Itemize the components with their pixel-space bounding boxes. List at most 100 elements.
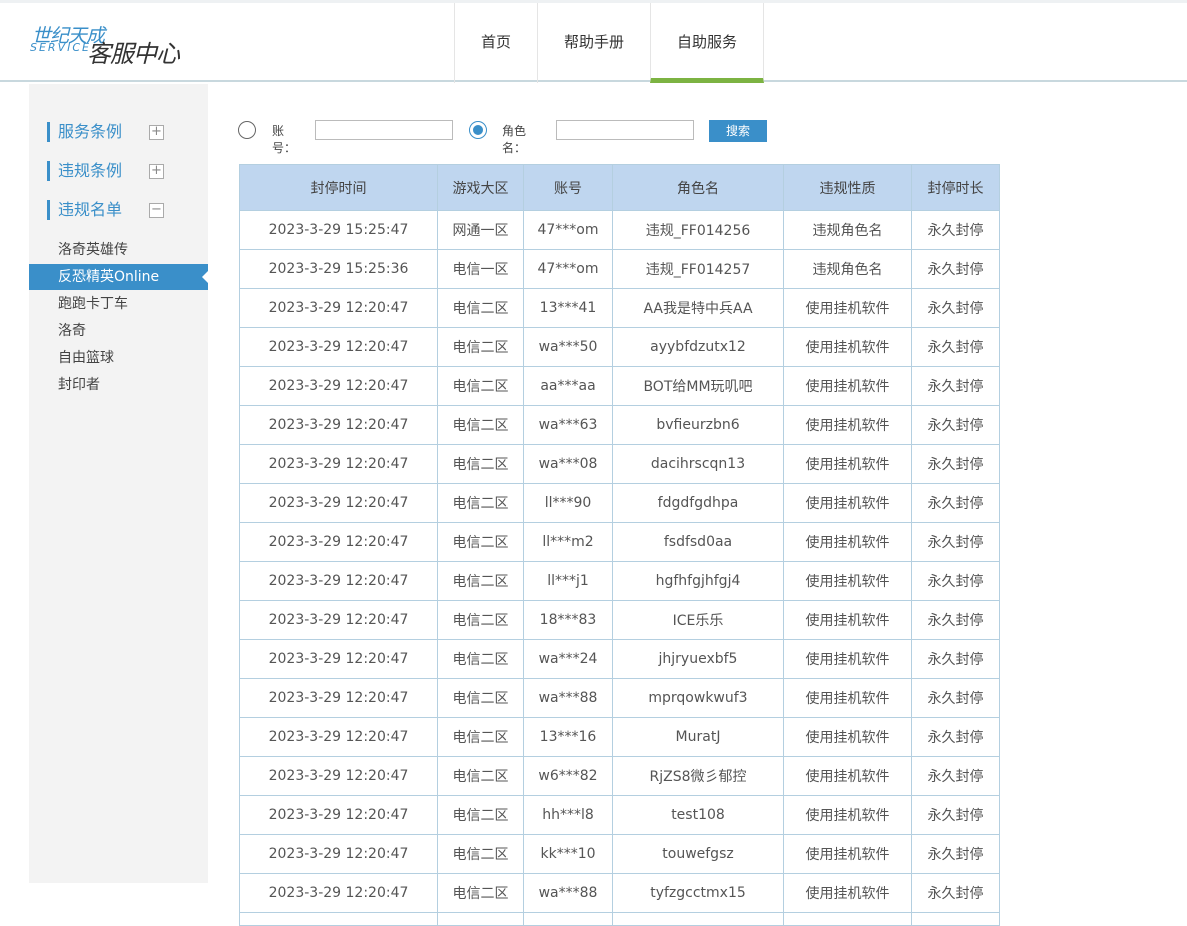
table-row: 2023-3-29 12:20:47 电信二区 18***83 ICE乐乐 使用挂机软件… [239,600,1000,640]
ban-list-table: 封停时间 游戏大区 账号 角色名 违规性质 封停时长 2023-3-29 15:… [239,164,1000,926]
expand-icon[interactable]: + [149,164,164,179]
sidebar-item-game-active[interactable]: 反恐精英Online [29,264,208,290]
cell-role-name: hgfhfgjhfgj4 [612,561,784,601]
cell-account: aa***aa [523,366,613,406]
cell-role-name: touwefgsz [612,834,784,874]
category-label: 违规条例 [58,161,123,180]
cell-ban-duration: 永久封停 [911,756,1000,796]
cell-ban-time: 2023-3-29 12:20:47 [239,756,438,796]
cell-server: 电信二区 [437,483,524,523]
sidebar-item-game[interactable]: 自由篮球 [29,345,208,371]
cell-account: w6***82 [523,756,613,796]
sidebar-category-violation-list[interactable]: 违规名单 − [47,199,197,221]
category-marker [47,122,50,142]
table-row: 2023-3-29 12:20:47 电信二区 wa***24 jhjryuexbf5… [239,639,1000,679]
sidebar-item-game[interactable]: 封印者 [29,372,208,398]
collapse-icon[interactable]: − [149,203,164,218]
sidebar-item-game[interactable]: 跑跑卡丁车 [29,291,208,317]
table-cell-empty [523,912,613,926]
cell-ban-time: 2023-3-29 12:20:47 [239,327,438,367]
table-row: 2023-3-29 15:25:47 网通一区 47***om 违规_FF014256… [239,210,1000,250]
cell-ban-duration: 永久封停 [911,327,1000,367]
cell-violation-type: 使用挂机软件 [783,639,912,679]
cell-server: 电信二区 [437,795,524,835]
logo-text-center: 客服中心 [87,40,180,68]
category-marker [47,200,50,220]
cell-role-name: tyfzgcctmx15 [612,873,784,913]
cell-server: 电信二区 [437,756,524,796]
table-row-partial [239,912,1000,926]
table-cell-empty [239,912,438,926]
nav-self-service[interactable]: 自助服务 [650,3,765,83]
cell-role-name: test108 [612,795,784,835]
account-input[interactable] [315,120,453,140]
cell-violation-type: 违规角色名 [783,210,912,250]
table-row: 2023-3-29 12:20:47 电信二区 w6***82 RjZS8微彡郁控 使用… [239,756,1000,796]
cell-violation-type: 使用挂机软件 [783,483,912,523]
role-name-input[interactable] [556,120,694,140]
cell-ban-time: 2023-3-29 12:20:47 [239,678,438,718]
nav-home[interactable]: 首页 [454,3,537,83]
logo[interactable]: 世纪天成 SERVICE 客服中心 [30,21,200,71]
role-radio[interactable] [469,121,487,139]
cell-ban-duration: 永久封停 [911,210,1000,250]
cell-account: 13***16 [523,717,613,757]
sidebar-category-violation-terms[interactable]: 违规条例 + [47,160,197,182]
category-label: 违规名单 [58,200,123,219]
cell-ban-time: 2023-3-29 15:25:36 [239,249,438,289]
table-row: 2023-3-29 12:20:47 电信二区 wa***88 tyfzgcctmx1… [239,873,1000,913]
table-cell-empty [783,912,912,926]
category-label: 服务条例 [58,122,123,141]
cell-ban-time: 2023-3-29 12:20:47 [239,366,438,406]
header: 世纪天成 SERVICE 客服中心 首页 帮助手册 自助服务 [0,0,1187,83]
cell-ban-duration: 永久封停 [911,366,1000,406]
cell-violation-type: 使用挂机软件 [783,444,912,484]
cell-role-name: 违规_FF014257 [612,249,784,289]
cell-account: wa***08 [523,444,613,484]
cell-ban-duration: 永久封停 [911,834,1000,874]
table-cell-empty [612,912,784,926]
cell-account: ll***m2 [523,522,613,562]
cell-violation-type: 使用挂机软件 [783,561,912,601]
cell-violation-type: 使用挂机软件 [783,522,912,562]
cell-ban-time: 2023-3-29 12:20:47 [239,834,438,874]
account-label: 账号： [272,124,297,155]
table-row: 2023-3-29 12:20:47 电信二区 ll***90 fdgdfgdhpa 使… [239,483,1000,523]
search-button[interactable]: 搜索 [709,120,767,142]
category-marker [47,161,50,181]
cell-ban-time: 2023-3-29 12:20:47 [239,873,438,913]
cell-role-name: dacihrscqn13 [612,444,784,484]
cell-ban-time: 2023-3-29 12:20:47 [239,795,438,835]
header-account: 账号 [523,164,613,211]
cell-role-name: jhjryuexbf5 [612,639,784,679]
table-row: 2023-3-29 15:25:36 电信一区 47***om 违规_FF014257… [239,249,1000,289]
sidebar-item-game[interactable]: 洛奇 [29,318,208,344]
cell-violation-type: 使用挂机软件 [783,678,912,718]
sidebar-category-service-terms[interactable]: 服务条例 + [47,121,197,143]
cell-ban-time: 2023-3-29 12:20:47 [239,483,438,523]
cell-ban-time: 2023-3-29 12:20:47 [239,717,438,757]
cell-ban-time: 2023-3-29 15:25:47 [239,210,438,250]
cell-ban-time: 2023-3-29 12:20:47 [239,522,438,562]
ban-list-table-wrapper: 封停时间 游戏大区 账号 角色名 违规性质 封停时长 2023-3-29 15:… [239,164,1000,926]
table-row: 2023-3-29 12:20:47 电信二区 ll***m2 fsdfsd0aa 使用… [239,522,1000,562]
table-row: 2023-3-29 12:20:47 电信二区 13***16 MuratJ 使用挂机软… [239,717,1000,757]
table-cell-empty [911,912,1000,926]
header-role-name: 角色名 [612,164,784,211]
cell-ban-duration: 永久封停 [911,249,1000,289]
header-ban-time: 封停时间 [239,164,438,211]
cell-server: 电信二区 [437,405,524,445]
header-ban-duration: 封停时长 [911,164,1000,211]
account-radio[interactable] [238,121,256,139]
cell-role-name: 违规_FF014256 [612,210,784,250]
cell-violation-type: 使用挂机软件 [783,873,912,913]
cell-ban-duration: 永久封停 [911,600,1000,640]
nav-help-manual[interactable]: 帮助手册 [537,3,650,83]
cell-ban-duration: 永久封停 [911,561,1000,601]
expand-icon[interactable]: + [149,125,164,140]
cell-account: 47***om [523,249,613,289]
table-row: 2023-3-29 12:20:47 电信二区 hh***l8 test108 使用挂机… [239,795,1000,835]
cell-account: kk***10 [523,834,613,874]
sidebar-item-game[interactable]: 洛奇英雄传 [29,237,208,263]
cell-account: wa***24 [523,639,613,679]
